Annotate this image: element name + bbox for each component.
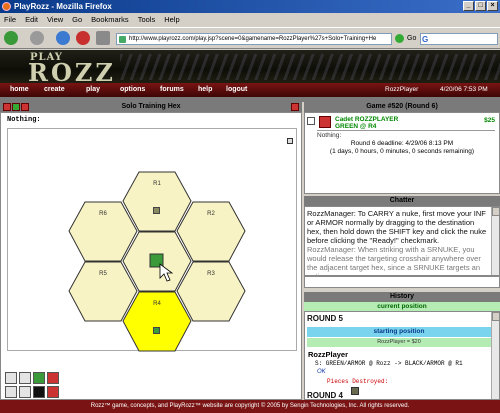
player-status: Nothing: (317, 130, 495, 139)
nav-options[interactable]: options (120, 83, 145, 97)
tool-unit-2[interactable] (19, 372, 31, 384)
history-destroyed: Pieces Destroyed: (327, 378, 389, 385)
game-header: Game #520 (Round 6) (304, 102, 500, 112)
close-button[interactable]: × (487, 1, 498, 11)
tool-unit-4[interactable] (47, 372, 59, 384)
game-board: Nothing: R1 R6 R2 R5 R3 R4 (0, 112, 302, 400)
history-current-position[interactable]: current position (304, 302, 500, 311)
player-cash: $25 (484, 117, 495, 124)
address-url: http://www.playrozz.com/play.jsp?scene=0… (129, 36, 377, 42)
green-piece[interactable] (153, 327, 160, 334)
chat-message-faded: RozzManager: When striking with a SRNUKE… (307, 245, 481, 275)
firefox-icon (2, 2, 11, 11)
tool-black[interactable] (33, 386, 45, 398)
history-player: RozzPlayer (308, 350, 349, 359)
history-log: ROUND 5 starting position RozzPlayer = $… (304, 311, 500, 400)
ready-checkbox[interactable] (307, 117, 315, 125)
piece-toolbox (5, 372, 65, 398)
reload-icon[interactable] (56, 31, 70, 45)
forward-arrow-icon[interactable] (30, 31, 44, 45)
player-unit: GREEN @ R4 (335, 123, 377, 130)
history-starting-position[interactable]: starting position (307, 327, 491, 337)
chat-header: Chatter (304, 196, 500, 206)
back-arrow-icon[interactable] (4, 31, 18, 45)
nav-home[interactable]: home (10, 83, 29, 97)
chat-message: RozzManager: To CARRY a nuke, first move… (307, 209, 487, 245)
site-nav: home create play options forums help log… (0, 83, 500, 97)
panel-icon-1[interactable] (3, 103, 11, 111)
home-icon[interactable] (96, 31, 110, 45)
search-input[interactable]: G (420, 33, 498, 45)
player-row: Cadet ROZZPLAYER GREEN @ R4 $25 Nothing: (307, 116, 497, 139)
tool-at-icon[interactable] (5, 386, 17, 398)
nav-logout[interactable]: logout (226, 83, 247, 97)
minimize-button[interactable]: _ (463, 1, 474, 11)
history-cash: RozzPlayer = $20 (307, 338, 491, 347)
panel-icon-2[interactable] (12, 103, 20, 111)
player-rank: Cadet ROZZPLAYER (335, 116, 399, 123)
board-title: Solo Training Hex (121, 103, 181, 110)
nav-forums[interactable]: forums (160, 83, 184, 97)
history-header: History (304, 292, 500, 302)
site-icon (119, 36, 126, 43)
chat-log: RozzManager: To CARRY a nuke, first move… (304, 206, 500, 276)
chat-scrollbar[interactable] (491, 207, 499, 275)
user-name: RozzPlayer (385, 86, 419, 93)
address-bar[interactable]: http://www.playrozz.com/play.jsp?scene=0… (116, 33, 392, 45)
board-header: Solo Training Hex (0, 102, 302, 112)
stop-icon[interactable] (76, 31, 90, 45)
nav-play[interactable]: play (86, 83, 100, 97)
history-round-4: ROUND 4 (307, 391, 344, 400)
board-status: Nothing: (7, 116, 41, 124)
maximize-button[interactable]: □ (475, 1, 486, 11)
hex-r4[interactable]: R4 (122, 291, 192, 352)
map-close-icon[interactable] (287, 138, 293, 144)
menu-bookmarks[interactable]: Bookmarks (91, 13, 129, 26)
player-flag-icon (319, 116, 331, 128)
menu-help[interactable]: Help (164, 13, 179, 26)
panel-icon-3[interactable] (21, 103, 29, 111)
nav-create[interactable]: create (44, 83, 65, 97)
nav-help[interactable]: help (198, 83, 212, 97)
menu-file[interactable]: File (4, 13, 16, 26)
history-scrollbar[interactable] (491, 312, 499, 399)
tool-red[interactable] (47, 386, 59, 398)
current-datetime: 4/20/06 7:53 PM (440, 86, 488, 93)
round-deadline: Round 6 deadline: 4/29/06 8:13 PM (1 day… (329, 140, 475, 155)
history-ok: OK (317, 369, 326, 375)
tool-unit-1[interactable] (5, 372, 17, 384)
board-close-icon[interactable] (291, 103, 299, 111)
menu-view[interactable]: View (47, 13, 63, 26)
google-icon: G (422, 35, 429, 44)
chat-input[interactable] (304, 276, 500, 288)
history-move: S: GREEN/ARMOR @ Rozz -> BLACK/ARMOR @ R… (315, 360, 463, 367)
tool-unit-3[interactable] (33, 372, 45, 384)
history-round-5: ROUND 5 (307, 314, 344, 323)
navigation-toolbar: http://www.playrozz.com/play.jsp?scene=0… (0, 27, 500, 49)
page-footer: Rozz™ game, concepts, and PlayRozz™ webs… (0, 400, 500, 413)
menu-tools[interactable]: Tools (138, 13, 156, 26)
menu-go[interactable]: Go (72, 13, 82, 26)
tool-unit-6[interactable] (19, 386, 31, 398)
menu-edit[interactable]: Edit (25, 13, 38, 26)
hex-map: R1 R6 R2 R5 R3 R4 (7, 128, 297, 352)
site-banner: PLAY ROZZ (0, 50, 500, 83)
armor-piece[interactable] (153, 207, 160, 214)
dna-graphic (120, 54, 500, 80)
destroyed-piece-icon (351, 387, 359, 395)
menu-bar: File Edit View Go Bookmarks Tools Help (0, 13, 500, 26)
game-panel: Cadet ROZZPLAYER GREEN @ R4 $25 Nothing:… (304, 112, 500, 194)
go-button[interactable]: Go (395, 33, 416, 45)
window-titlebar: PlayRozz - Mozilla Firefox _ □ × (0, 0, 500, 13)
window-title: PlayRozz - Mozilla Firefox (14, 2, 112, 11)
